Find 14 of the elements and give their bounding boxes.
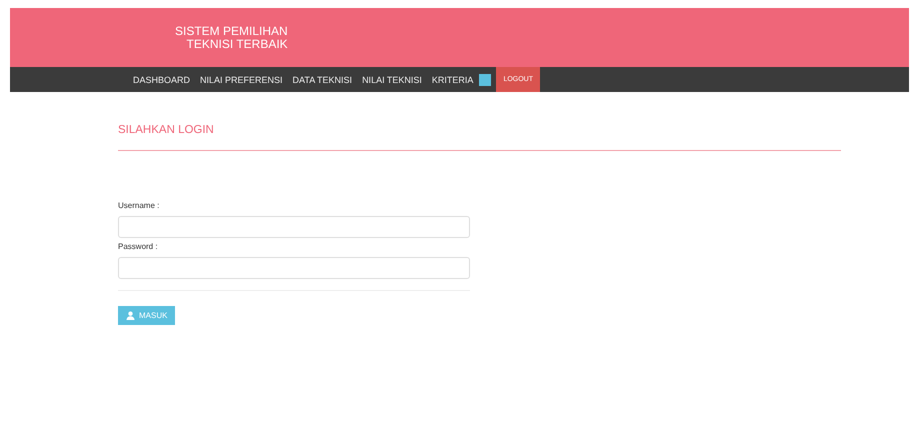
- site-title: SISTEM PEMILIHAN: [175, 24, 288, 38]
- field-label: Username :: [118, 201, 160, 210]
- site-title: TEKNISI TERBAIK: [186, 38, 288, 50]
- square-icon: [479, 74, 492, 86]
- login-heading: SILAHKAN LOGIN: [118, 124, 841, 151]
- input-field[interactable]: [118, 216, 470, 238]
- field-label: Password :: [118, 242, 159, 251]
- user-icon: [126, 311, 135, 320]
- nav-link[interactable]: NILAI PREFERENSI: [195, 67, 288, 92]
- nav-link[interactable]: NILAI TEKNISI: [357, 67, 427, 92]
- nav-link[interactable]: DASHBOARD: [128, 67, 196, 92]
- input-field[interactable]: [118, 257, 470, 279]
- nav-link[interactable]: DATA TEKNISI: [288, 67, 358, 92]
- nav-link[interactable]: KRITERIA: [426, 67, 478, 92]
